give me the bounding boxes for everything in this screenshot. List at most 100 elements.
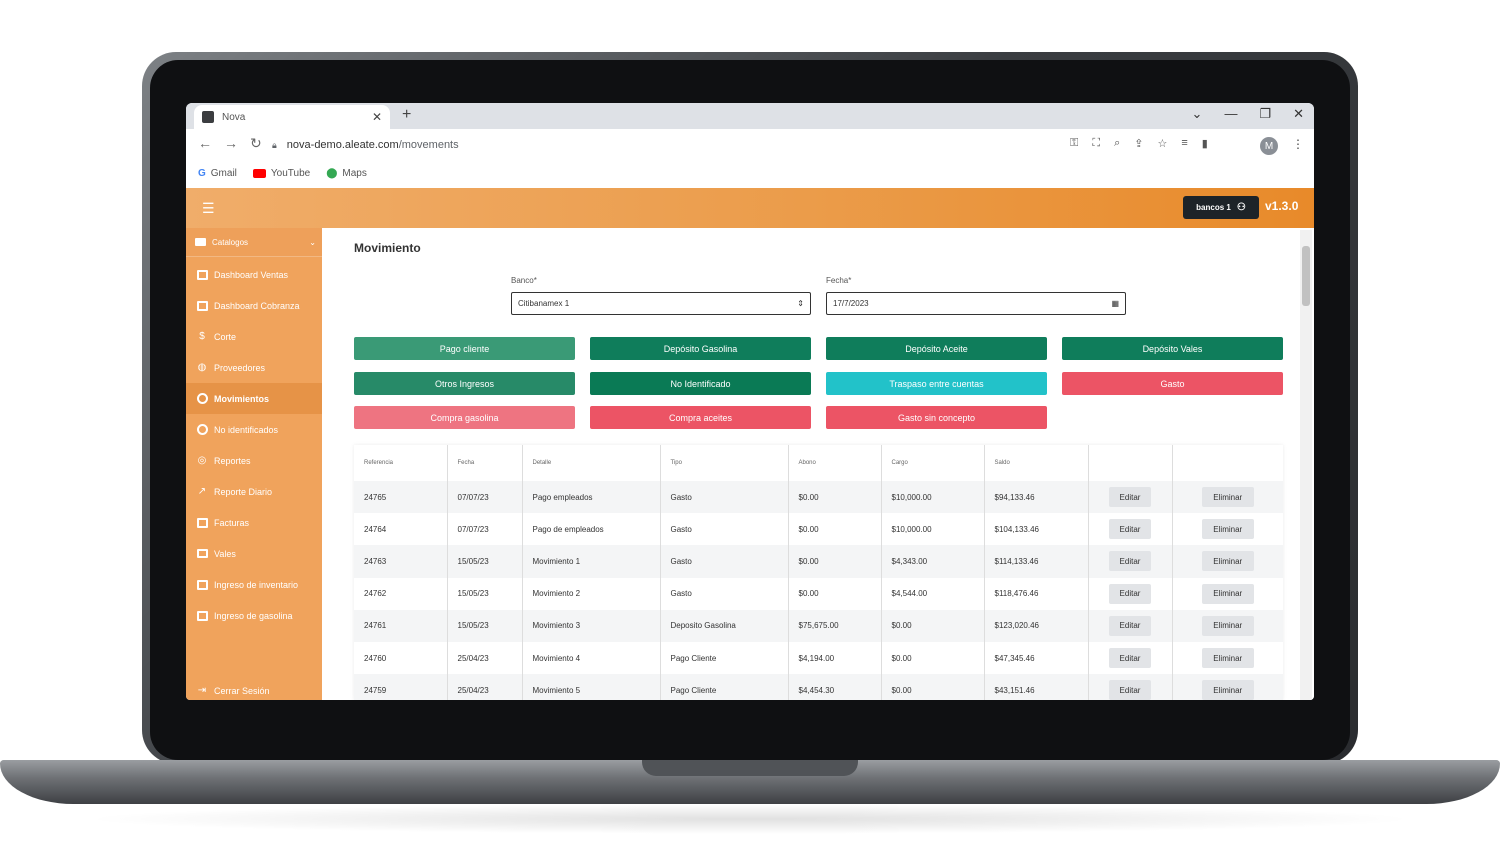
- banco-select[interactable]: Citibanamex 1 ⇕: [511, 292, 811, 315]
- table-cell: 24762: [354, 577, 448, 610]
- back-icon[interactable]: ←: [198, 135, 212, 151]
- youtube-icon: [252, 168, 266, 178]
- sidebar-item-logout[interactable]: ⇥ Cerrar Sesión: [186, 675, 322, 700]
- reading-list-icon[interactable]: ≡: [1181, 137, 1187, 150]
- otros-ingresos-button[interactable]: Otros Ingresos: [354, 372, 575, 395]
- table-cell: 15/05/23: [447, 545, 523, 578]
- fecha-input[interactable]: 17/7/2023 ▦: [826, 292, 1126, 315]
- lock-icon[interactable]: 🔒︎: [272, 140, 277, 151]
- forward-icon[interactable]: →: [224, 135, 238, 151]
- close-window-icon[interactable]: ✕: [1293, 106, 1304, 122]
- user-icon: ⚇: [1236, 202, 1246, 213]
- url-host: nova-demo.aleate.com: [286, 139, 399, 151]
- reload-icon[interactable]: ↻: [250, 135, 262, 152]
- delete-button[interactable]: Eliminar: [1201, 648, 1254, 669]
- table-cell: Eliminar: [1172, 609, 1283, 642]
- sidebar-item-dashboard-cobranza[interactable]: Dashboard Cobranza: [186, 290, 322, 321]
- calendar-icon[interactable]: ▦: [1111, 299, 1119, 308]
- favicon-icon: [202, 111, 214, 123]
- traspaso-cuentas-button[interactable]: Traspaso entre cuentas: [826, 372, 1047, 395]
- browser-tab[interactable]: Nova ✕: [194, 105, 390, 129]
- target-icon: [196, 424, 208, 436]
- new-tab-icon[interactable]: +: [402, 106, 411, 124]
- col-header-edit: [1088, 445, 1173, 481]
- delete-button[interactable]: Eliminar: [1201, 551, 1254, 572]
- edit-button[interactable]: Editar: [1109, 615, 1151, 636]
- user-menu-button[interactable]: bancos 1 ⚇: [1183, 196, 1259, 219]
- edit-button[interactable]: Editar: [1109, 551, 1151, 572]
- table-cell: $4,544.00: [881, 577, 985, 610]
- restore-icon[interactable]: ❐: [1259, 106, 1271, 122]
- menu-dots-icon[interactable]: ⋮: [1292, 137, 1304, 151]
- table-cell: Eliminar: [1172, 545, 1283, 578]
- delete-button[interactable]: Eliminar: [1201, 519, 1254, 540]
- compra-aceites-button[interactable]: Compra aceites: [590, 406, 811, 429]
- edit-button[interactable]: Editar: [1109, 583, 1151, 604]
- sidebar-item-ingreso-inventario[interactable]: Ingreso de inventario: [186, 569, 322, 600]
- share-icon[interactable]: ⇪: [1134, 137, 1143, 150]
- edit-button[interactable]: Editar: [1109, 680, 1151, 700]
- delete-button[interactable]: Eliminar: [1201, 487, 1254, 508]
- logout-icon: ⇥: [197, 685, 207, 696]
- delete-button[interactable]: Eliminar: [1201, 680, 1254, 700]
- sidebar-item-dashboard-ventas[interactable]: Dashboard Ventas: [186, 259, 322, 290]
- monitor-icon: [196, 517, 208, 529]
- sidebar-item-reportes[interactable]: ◎ Reportes: [186, 445, 322, 476]
- laptop-notch: [642, 760, 858, 776]
- sidebar-section-catalogos[interactable]: Catalogos ⌄: [186, 228, 322, 257]
- table-cell: 24760: [354, 641, 448, 675]
- translate-icon[interactable]: ⛶: [1092, 137, 1100, 150]
- table-row: 24760 25/04/23 Movimiento 4 Pago Cliente $4,…: [354, 641, 1283, 675]
- close-tab-icon[interactable]: ✕: [372, 110, 382, 124]
- delete-button[interactable]: Eliminar: [1201, 583, 1254, 604]
- bookmark-gmail[interactable]: G Gmail: [198, 168, 237, 179]
- trend-icon: ↗: [197, 486, 207, 497]
- sidebar-item-corte[interactable]: $ Corte: [186, 321, 322, 352]
- edit-button[interactable]: Editar: [1109, 648, 1151, 669]
- minimize-icon[interactable]: —: [1224, 106, 1237, 122]
- deposito-gasolina-button[interactable]: Depósito Gasolina: [590, 337, 811, 360]
- side-panel-icon[interactable]: ▮: [1202, 137, 1208, 150]
- key-icon[interactable]: ⚿: [1070, 137, 1078, 150]
- table-cell: $0.00: [788, 545, 882, 578]
- pago-cliente-button[interactable]: Pago cliente: [354, 337, 575, 360]
- delete-button[interactable]: Eliminar: [1201, 615, 1254, 636]
- deposito-aceite-button[interactable]: Depósito Aceite: [826, 337, 1047, 360]
- sidebar-item-ingreso-gasolina[interactable]: Ingreso de gasolina: [186, 600, 322, 631]
- compra-gasolina-button[interactable]: Compra gasolina: [354, 406, 575, 429]
- table-cell: $75,675.00: [788, 609, 882, 642]
- gasto-sin-concepto-button[interactable]: Gasto sin concepto: [826, 406, 1047, 429]
- address-bar[interactable]: 🔒︎ nova-demo.aleate.com/movements: [272, 133, 1092, 157]
- sidebar-item-no-identificados[interactable]: No identificados: [186, 414, 322, 445]
- zoom-icon[interactable]: ⌕: [1114, 137, 1120, 150]
- sidebar-item-vales[interactable]: Vales: [186, 538, 322, 569]
- sidebar-item-proveedores[interactable]: ◍ Proveedores: [186, 352, 322, 383]
- list-icon: [196, 610, 208, 622]
- sidebar-item-movimientos[interactable]: Movimientos: [186, 383, 322, 414]
- tab-title: Nova: [222, 111, 246, 123]
- table-row: 24763 15/05/23 Movimiento 1 Gasto $0.00 $4,34…: [354, 545, 1283, 578]
- version-label: v1.3.0: [1265, 199, 1299, 213]
- sidebar-item-reporte-diario[interactable]: ↗ Reporte Diario: [186, 476, 322, 507]
- page-scrollbar[interactable]: [1300, 230, 1312, 700]
- table-cell: Pago empleados: [522, 481, 661, 514]
- hamburger-menu-icon[interactable]: ☰: [202, 200, 215, 217]
- gasto-button[interactable]: Gasto: [1062, 372, 1283, 395]
- star-icon[interactable]: ☆: [1157, 137, 1167, 150]
- edit-button[interactable]: Editar: [1109, 487, 1151, 508]
- profile-avatar[interactable]: M: [1260, 137, 1278, 155]
- table-row: 24761 15/05/23 Movimiento 3 Deposito Gasoli…: [354, 609, 1283, 642]
- edit-button[interactable]: Editar: [1109, 519, 1151, 540]
- reports-icon: ◎: [197, 455, 207, 466]
- bookmark-maps[interactable]: ⬤ Maps: [326, 168, 367, 179]
- app-header: ☰ bancos 1 ⚇ v1.3.0: [186, 188, 1314, 228]
- sidebar-item-facturas[interactable]: Facturas: [186, 507, 322, 538]
- deposito-vales-button[interactable]: Depósito Vales: [1062, 337, 1283, 360]
- table-cell: $0.00: [788, 481, 882, 514]
- table-cell: $114,133.46: [984, 545, 1089, 578]
- no-identificado-button[interactable]: No Identificado: [590, 372, 811, 395]
- scrollbar-thumb[interactable]: [1302, 246, 1310, 306]
- tab-search-icon[interactable]: ⌄: [1192, 106, 1203, 122]
- bookmark-youtube[interactable]: YouTube: [252, 168, 310, 179]
- table-cell: Movimiento 4: [522, 641, 661, 675]
